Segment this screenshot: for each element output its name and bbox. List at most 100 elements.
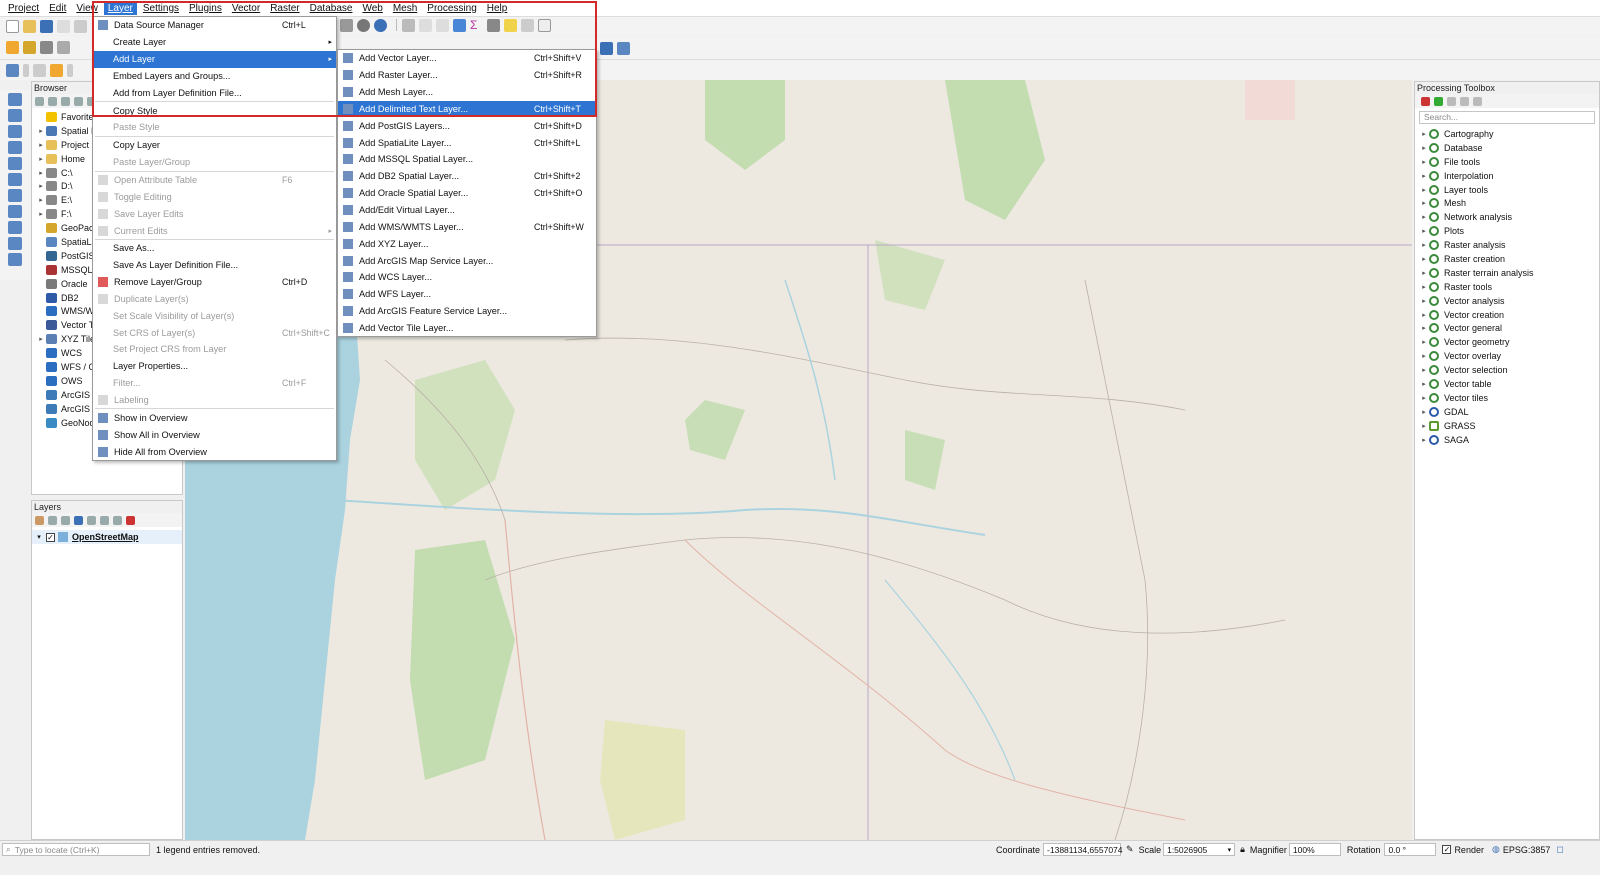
submenu-item-add-edit-virtual-layer[interactable]: Add/Edit Virtual Layer... bbox=[338, 202, 596, 219]
toolbox-provider[interactable]: ▸ Mesh bbox=[1419, 196, 1599, 210]
chevron-right-icon[interactable]: ▸ bbox=[1419, 172, 1429, 180]
toggle-extents-icon[interactable]: ✎ bbox=[1126, 844, 1134, 855]
python-icon[interactable] bbox=[600, 42, 613, 55]
toolbox-provider[interactable]: ▸ Vector overlay bbox=[1419, 349, 1599, 363]
menu-item-paste-style[interactable]: Paste Style bbox=[93, 119, 336, 136]
menu-item-set-project-crs-from-layer[interactable]: Set Project CRS from Layer bbox=[93, 341, 336, 358]
menu-item-filter[interactable]: Filter... Ctrl+F bbox=[93, 375, 336, 392]
toolbox-provider[interactable]: ▸ Vector analysis bbox=[1419, 294, 1599, 308]
layer-visibility-checkbox[interactable]: ✓ bbox=[46, 532, 55, 542]
digitize-icon[interactable] bbox=[6, 41, 19, 54]
toolbox-provider[interactable]: ▸ Raster terrain analysis bbox=[1419, 266, 1599, 280]
open-styling-icon[interactable] bbox=[35, 515, 44, 525]
messages-icon[interactable]: ◻ bbox=[1556, 844, 1563, 855]
submenu-item-add-arcgis-feature-service-layer[interactable]: Add ArcGIS Feature Service Layer... bbox=[338, 303, 596, 320]
menu-item-layer-properties[interactable]: Layer Properties... bbox=[93, 358, 336, 375]
chevron-right-icon[interactable]: ▸ bbox=[1419, 269, 1429, 277]
submenu-item-add-spatialite-layer[interactable]: Add SpatiaLite Layer... Ctrl+Shift+L bbox=[338, 134, 596, 151]
submenu-item-add-oracle-spatial-layer[interactable]: Add Oracle Spatial Layer... Ctrl+Shift+O bbox=[338, 185, 596, 202]
magnifier-spinbox[interactable]: 100% bbox=[1288, 843, 1341, 856]
manage-visibility-icon[interactable] bbox=[61, 515, 70, 525]
toolbox-provider[interactable]: ▸ Vector tiles bbox=[1419, 391, 1599, 405]
menu-item-labeling[interactable]: Labeling bbox=[93, 392, 336, 409]
menu-item-show-in-overview[interactable]: Show in Overview bbox=[93, 409, 336, 426]
menu-item-remove-layer-group[interactable]: Remove Layer/Group Ctrl+D bbox=[93, 274, 336, 291]
toolbox-provider[interactable]: ▸ Raster creation bbox=[1419, 252, 1599, 266]
style-manager-icon[interactable] bbox=[6, 63, 19, 77]
add-raster-layer-icon[interactable] bbox=[8, 109, 22, 122]
menu-item-current-edits[interactable]: Current Edits ▸ bbox=[93, 222, 336, 239]
refresh-icon[interactable] bbox=[48, 96, 57, 106]
add-spatialite-icon[interactable] bbox=[8, 157, 22, 170]
chevron-right-icon[interactable]: ▸ bbox=[1419, 324, 1429, 332]
menu-item-toggle-editing[interactable]: Toggle Editing bbox=[93, 188, 336, 205]
add-selected-icon[interactable] bbox=[35, 96, 44, 106]
submenu-item-add-db2-spatial-layer[interactable]: Add DB2 Spatial Layer... Ctrl+Shift+2 bbox=[338, 168, 596, 185]
chevron-down-icon[interactable] bbox=[23, 63, 29, 77]
save-project-icon[interactable] bbox=[40, 19, 53, 33]
rotation-spinbox[interactable]: 0.0 ° bbox=[1384, 843, 1437, 856]
toolbox-provider[interactable]: ▸ Interpolation bbox=[1419, 169, 1599, 183]
chevron-right-icon[interactable]: ▸ bbox=[36, 127, 46, 135]
toolbox-provider[interactable]: ▸ Vector general bbox=[1419, 321, 1599, 335]
open-project-icon[interactable] bbox=[23, 19, 36, 33]
collapse-all-icon[interactable] bbox=[113, 515, 122, 525]
collapse-all-icon[interactable] bbox=[74, 96, 83, 106]
filter-icon[interactable] bbox=[61, 96, 70, 106]
options-icon[interactable] bbox=[1473, 96, 1482, 106]
chevron-right-icon[interactable]: ▸ bbox=[1419, 199, 1429, 207]
chevron-right-icon[interactable]: ▸ bbox=[36, 169, 46, 177]
new-layer-icon[interactable] bbox=[8, 253, 22, 266]
submenu-item-add-vector-tile-layer[interactable]: Add Vector Tile Layer... bbox=[338, 320, 596, 337]
submenu-item-add-mssql-spatial-layer[interactable]: Add MSSQL Spatial Layer... bbox=[338, 151, 596, 168]
chevron-right-icon[interactable]: ▸ bbox=[1419, 297, 1429, 305]
results-icon[interactable] bbox=[1460, 96, 1469, 106]
submenu-item-add-wcs-layer[interactable]: Add WCS Layer... bbox=[338, 269, 596, 286]
submenu-item-add-wms-wmts-layer[interactable]: Add WMS/WMTS Layer... Ctrl+Shift+W bbox=[338, 218, 596, 235]
plugin-icon[interactable] bbox=[617, 42, 630, 55]
menu-item-save-as-layer-definition-file[interactable]: Save As Layer Definition File... bbox=[93, 257, 336, 274]
remove-layer-icon[interactable] bbox=[126, 515, 135, 525]
menu-edit[interactable]: Edit bbox=[45, 2, 70, 15]
chevron-right-icon[interactable]: ▸ bbox=[1419, 366, 1429, 374]
submenu-item-add-postgis-layers[interactable]: Add PostGIS Layers... Ctrl+Shift+D bbox=[338, 117, 596, 134]
submenu-item-add-wfs-layer[interactable]: Add WFS Layer... bbox=[338, 286, 596, 303]
add-vector-layer-icon[interactable] bbox=[8, 93, 22, 106]
toolbox-search-input[interactable]: Search... bbox=[1419, 111, 1595, 124]
toolbox-provider[interactable]: ▸ Raster tools bbox=[1419, 280, 1599, 294]
models-icon[interactable] bbox=[1421, 96, 1430, 106]
locate-input[interactable]: ⌕ Type to locate (Ctrl+K) bbox=[2, 843, 150, 856]
layout-manager-icon[interactable] bbox=[74, 19, 87, 33]
menu-item-hide-all-from-overview[interactable]: Hide All from Overview bbox=[93, 443, 336, 460]
globe-icon[interactable]: ◍ bbox=[1492, 844, 1500, 855]
toolbox-provider[interactable]: ▸ Database bbox=[1419, 141, 1599, 155]
menu-item-show-all-in-overview[interactable]: Show All in Overview bbox=[93, 426, 336, 443]
toolbox-provider[interactable]: ▸ GDAL bbox=[1419, 405, 1599, 419]
add-virtual-layer-icon[interactable] bbox=[8, 173, 22, 186]
chevron-right-icon[interactable]: ▸ bbox=[1419, 436, 1429, 444]
chevron-right-icon[interactable]: ▸ bbox=[1419, 158, 1429, 166]
copy-style-icon[interactable] bbox=[33, 63, 46, 77]
new-project-icon[interactable] bbox=[6, 19, 19, 33]
expand-all-icon[interactable] bbox=[100, 515, 109, 525]
chevron-right-icon[interactable]: ▸ bbox=[1419, 352, 1429, 360]
chevron-right-icon[interactable]: ▸ bbox=[1419, 255, 1429, 263]
add-wfs-icon[interactable] bbox=[8, 237, 22, 250]
crs-button[interactable]: EPSG:3857 bbox=[1503, 845, 1551, 855]
chevron-right-icon[interactable]: ▸ bbox=[1419, 130, 1429, 138]
add-delimited-text-icon[interactable] bbox=[8, 141, 22, 154]
toolbox-provider[interactable]: ▸ Vector geometry bbox=[1419, 335, 1599, 349]
menu-item-open-attribute-table[interactable]: Open Attribute Table F6 bbox=[93, 172, 336, 189]
chevron-right-icon[interactable]: ▸ bbox=[1419, 186, 1429, 194]
toolbox-provider[interactable]: ▸ Network analysis bbox=[1419, 210, 1599, 224]
chevron-right-icon[interactable]: ▸ bbox=[36, 155, 46, 163]
chevron-right-icon[interactable]: ▸ bbox=[1419, 422, 1429, 430]
chevron-right-icon[interactable]: ▸ bbox=[1419, 227, 1429, 235]
filter-by-expression-icon[interactable] bbox=[87, 515, 96, 525]
menu-project[interactable]: Project bbox=[4, 2, 43, 15]
toolbox-provider[interactable]: ▸ Plots bbox=[1419, 224, 1599, 238]
menu-item-set-scale-visibility-of-layer-s[interactable]: Set Scale Visibility of Layer(s) bbox=[93, 307, 336, 324]
menu-item-copy-layer[interactable]: Copy Layer bbox=[93, 137, 336, 154]
pencil-icon[interactable] bbox=[40, 41, 53, 54]
chevron-right-icon[interactable]: ▸ bbox=[1419, 408, 1429, 416]
